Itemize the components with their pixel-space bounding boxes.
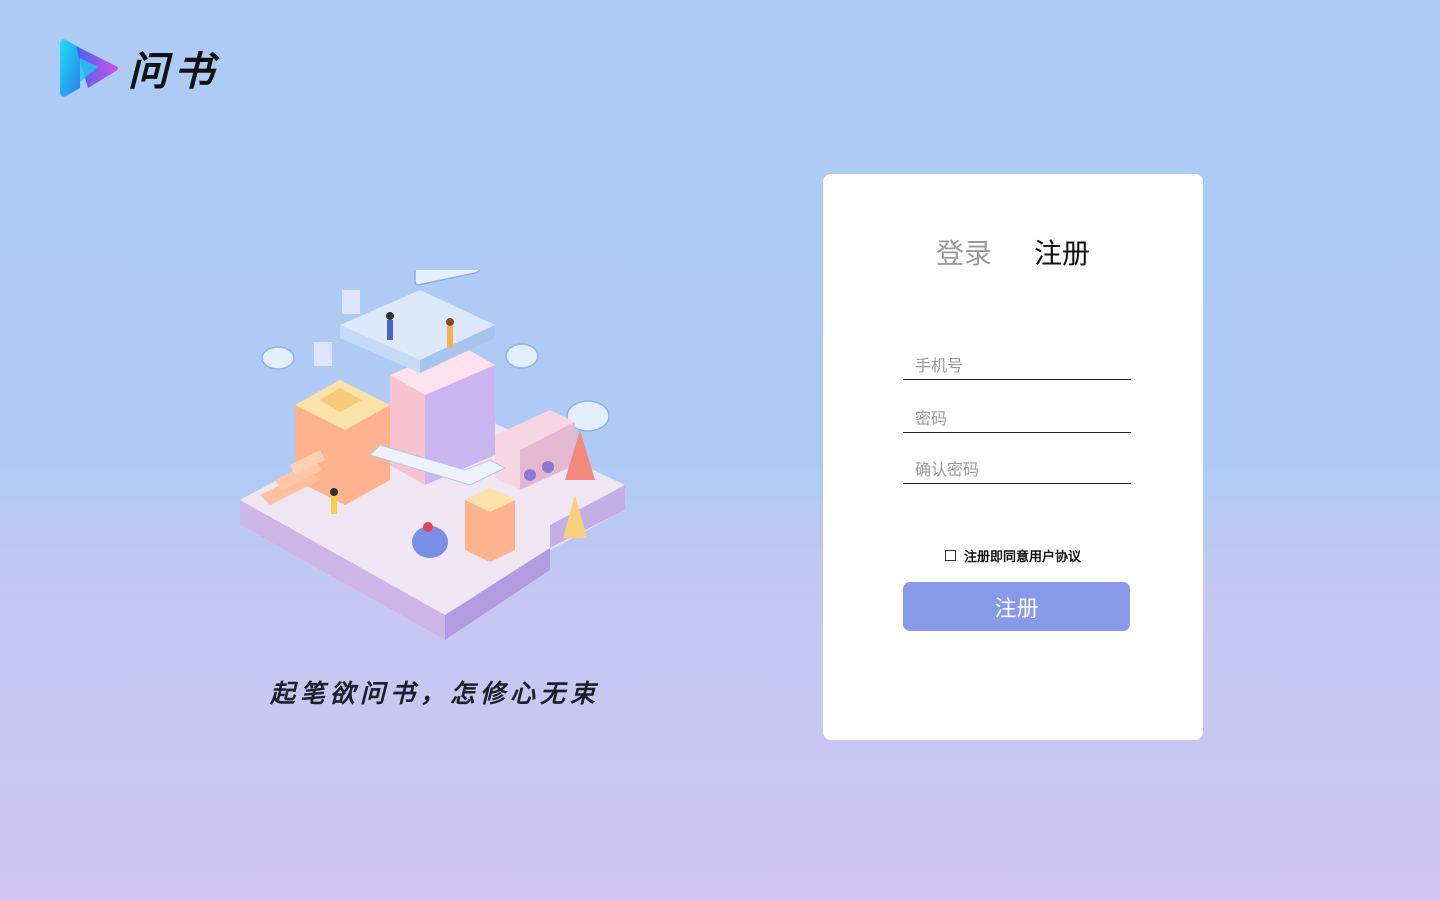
password-field-wrapper bbox=[903, 405, 1131, 433]
password-input[interactable] bbox=[903, 405, 1131, 432]
isometric-city-illustration bbox=[240, 270, 625, 640]
tab-login[interactable]: 登录 bbox=[936, 232, 992, 272]
register-button[interactable]: 注册 bbox=[903, 582, 1130, 631]
brand-logo: 问书 bbox=[58, 38, 220, 98]
phone-input[interactable] bbox=[903, 352, 1131, 379]
auth-tabs: 登录 注册 bbox=[823, 232, 1203, 272]
confirm-password-field-wrapper bbox=[903, 456, 1131, 484]
confirm-password-input[interactable] bbox=[903, 456, 1131, 483]
agreement-checkbox[interactable] bbox=[944, 550, 956, 561]
slogan: 起笔欲问书，怎修心无束 bbox=[269, 679, 600, 708]
auth-card: 登录 注册 注册即同意用户协议 注册 bbox=[823, 174, 1203, 740]
phone-field-wrapper bbox=[903, 352, 1131, 380]
agreement-row: 注册即同意用户协议 bbox=[823, 546, 1203, 565]
tab-register[interactable]: 注册 bbox=[1034, 232, 1090, 272]
agreement-label[interactable]: 注册即同意用户协议 bbox=[964, 546, 1081, 565]
play-logo-icon bbox=[60, 39, 118, 97]
brand-name: 问书 bbox=[128, 48, 220, 95]
